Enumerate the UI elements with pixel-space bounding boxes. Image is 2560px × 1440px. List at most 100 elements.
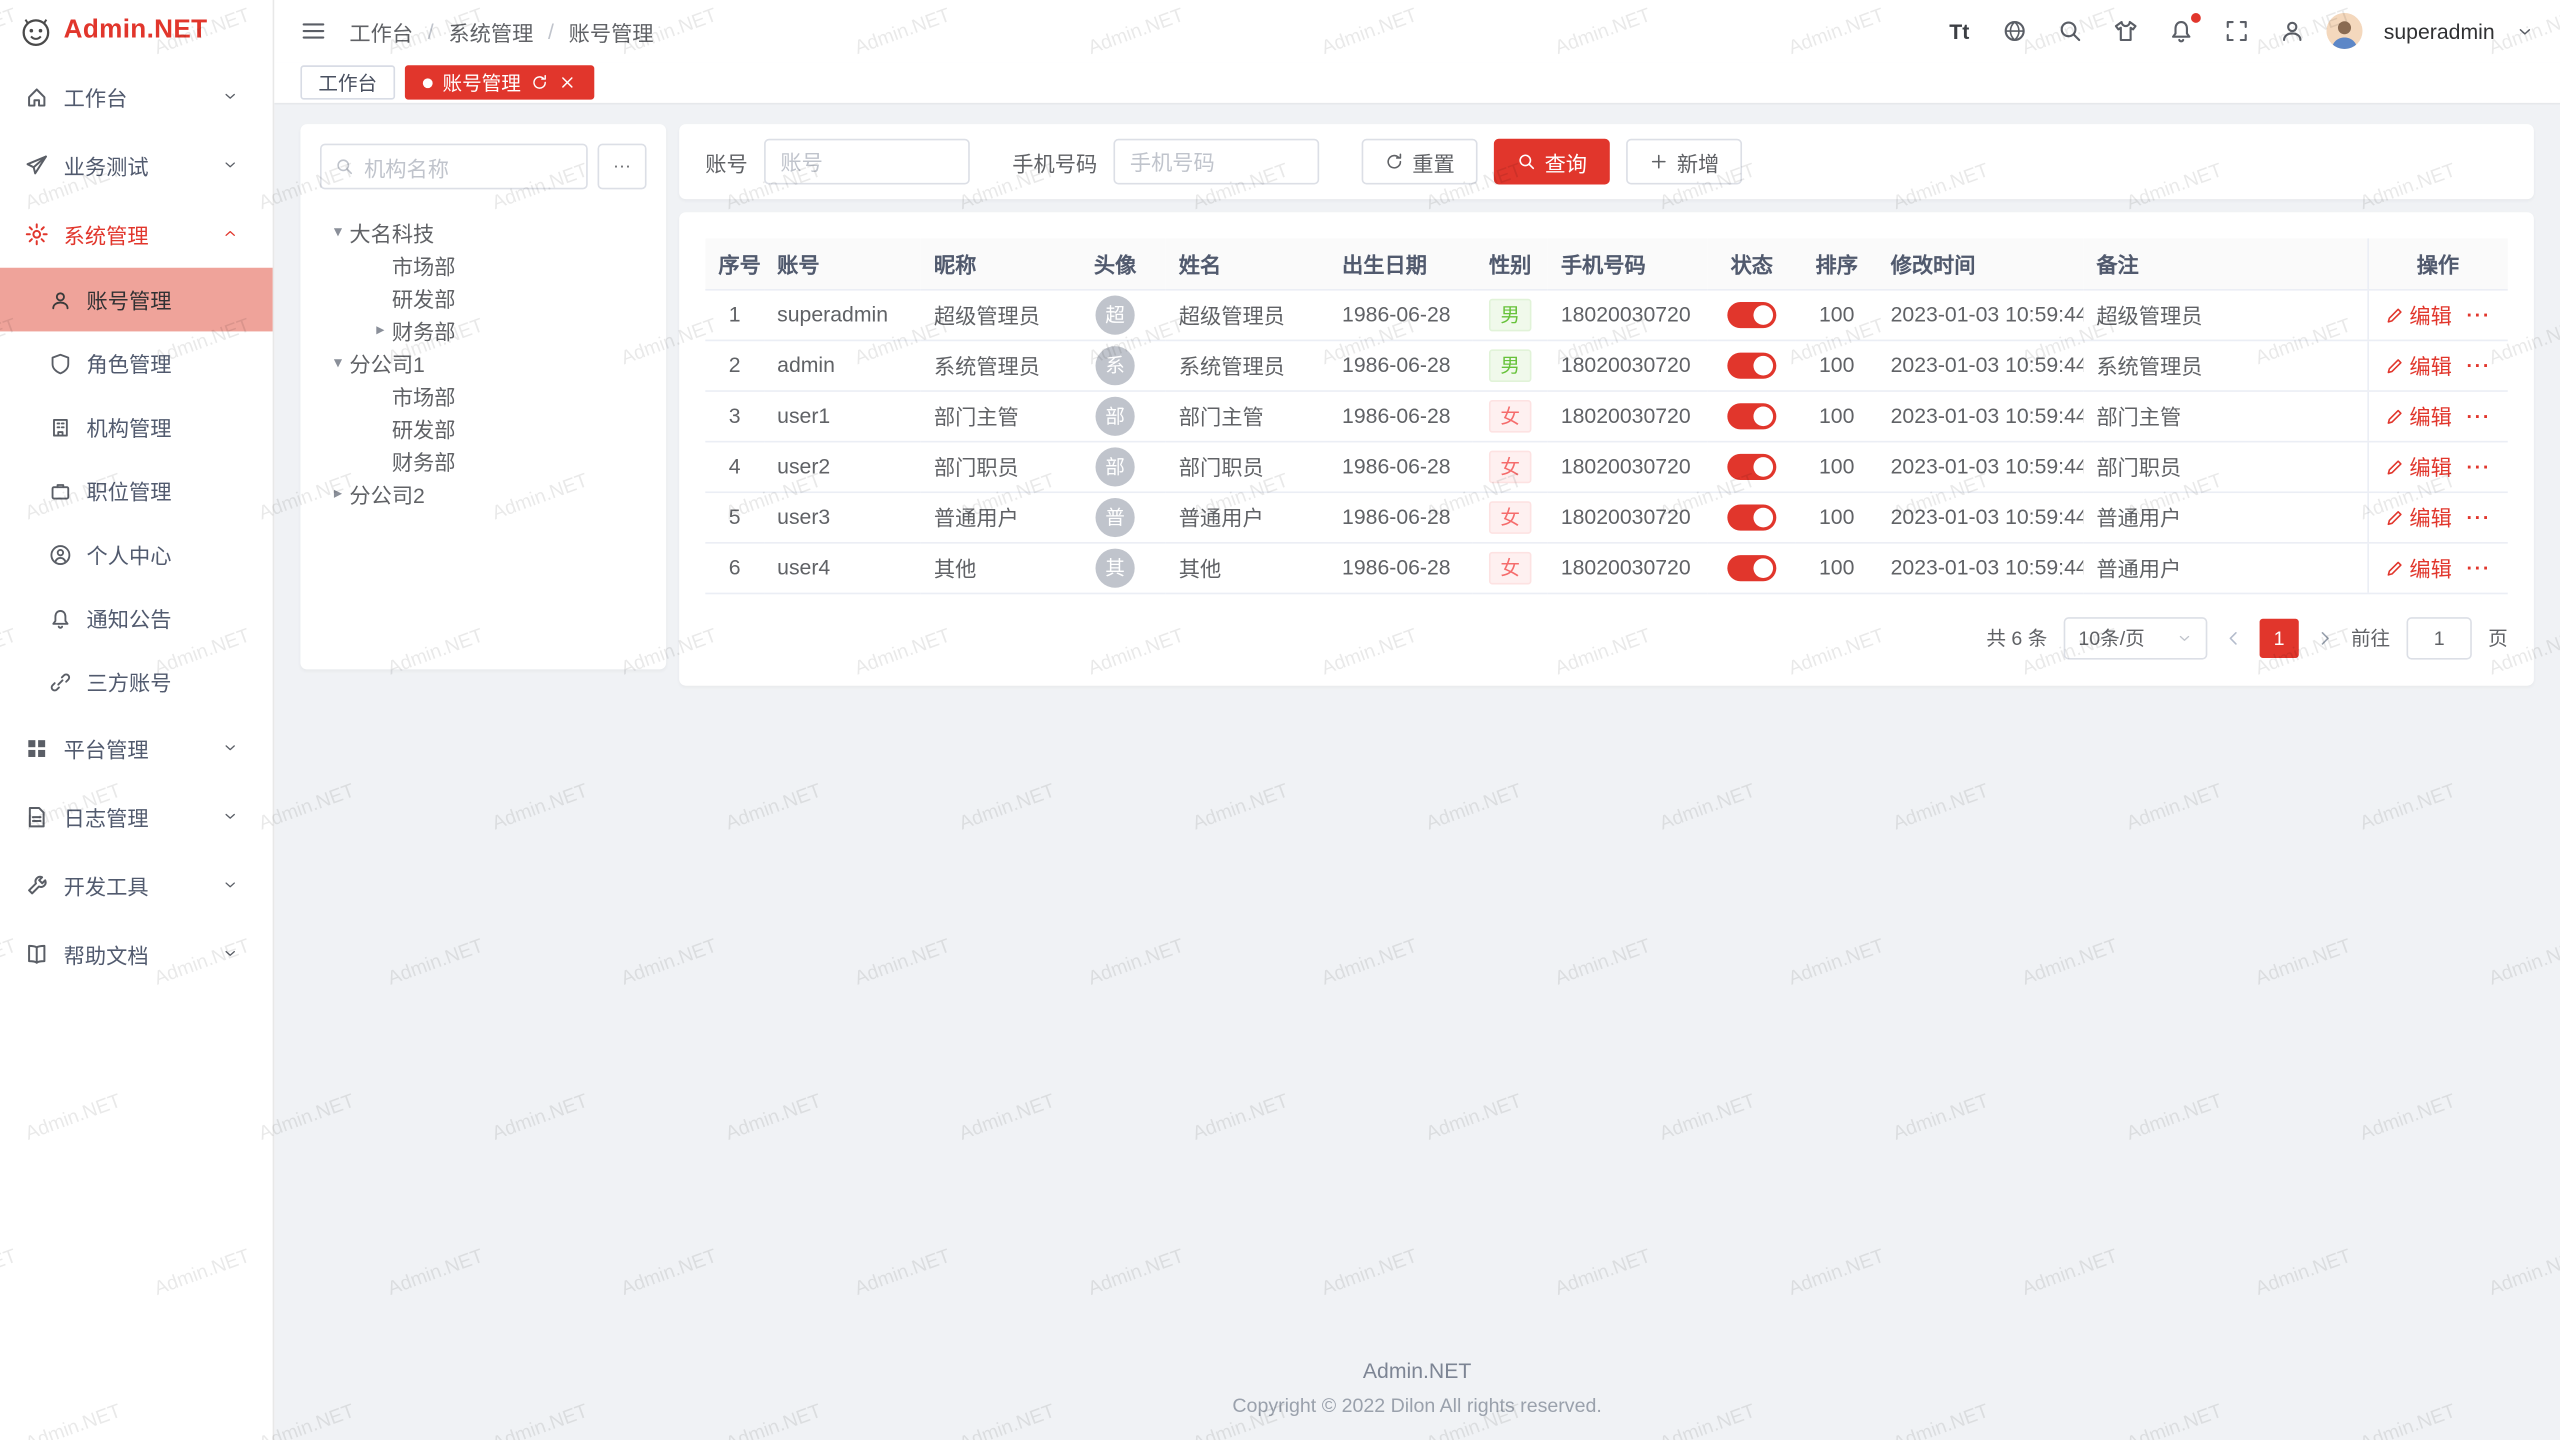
caret-down-icon[interactable]: ▾ — [327, 223, 350, 241]
column-header[interactable]: 昵称 — [921, 238, 1065, 289]
row-more-button[interactable]: ··· — [2467, 505, 2491, 528]
column-header[interactable]: 排序 — [1796, 238, 1878, 289]
phone-input[interactable] — [1114, 139, 1320, 185]
sidebar-item-position[interactable]: 职位管理 — [0, 459, 273, 523]
edit-button[interactable]: 编辑 — [2385, 451, 2452, 482]
row-more-button[interactable]: ··· — [2467, 455, 2491, 478]
status-toggle[interactable] — [1727, 302, 1776, 328]
edit-button[interactable]: 编辑 — [2385, 349, 2452, 380]
tree-node[interactable]: 研发部 — [320, 411, 647, 444]
breadcrumb-item[interactable]: 账号管理 — [569, 16, 654, 47]
tab-refresh-icon[interactable] — [531, 73, 549, 91]
tree-node[interactable]: ▾ 分公司1 — [320, 346, 647, 379]
status-toggle[interactable] — [1727, 352, 1776, 378]
tab-close-icon[interactable] — [558, 73, 576, 91]
profile-icon[interactable] — [2279, 18, 2305, 44]
column-header[interactable]: 出生日期 — [1329, 238, 1473, 289]
sidebar-item-personal[interactable]: 个人中心 — [0, 522, 273, 586]
column-header[interactable]: 账号 — [764, 238, 921, 289]
sidebar-item-platform[interactable]: 平台管理 — [0, 713, 273, 782]
link-icon — [49, 670, 72, 693]
tree-node-label: 研发部 — [392, 282, 456, 313]
tree-node[interactable]: ▸ 分公司2 — [320, 477, 647, 510]
sidebar-item-workbench[interactable]: 工作台 — [0, 62, 273, 131]
sidebar-item-devtools[interactable]: 开发工具 — [0, 851, 273, 920]
table-row: 4 user2 部门职员 部 部门职员 1986-06-28 女 1802003… — [705, 441, 2507, 492]
caret-right-icon[interactable]: ▸ — [369, 321, 392, 339]
edit-button[interactable]: 编辑 — [2385, 552, 2452, 583]
org-search-input[interactable]: 机构名称 — [320, 144, 588, 190]
sidebar-item-label: 三方账号 — [87, 666, 172, 697]
username[interactable]: superadmin — [2384, 19, 2495, 43]
goto-page-input[interactable] — [2407, 616, 2472, 658]
page-size-select[interactable]: 10条/页 — [2064, 616, 2208, 658]
page-number-1[interactable]: 1 — [2260, 618, 2299, 657]
tree-node[interactable]: ▾ 大名科技 — [320, 216, 647, 249]
sidebar-item-third-account[interactable]: 三方账号 — [0, 650, 273, 714]
cell-modified-time: 2023-01-03 10:59:44 — [1878, 289, 2084, 340]
sidebar-item-log[interactable]: 日志管理 — [0, 782, 273, 851]
status-toggle[interactable] — [1727, 454, 1776, 480]
tree-node[interactable]: 市场部 — [320, 379, 647, 412]
edit-button[interactable]: 编辑 — [2385, 400, 2452, 431]
column-header[interactable]: 头像 — [1064, 238, 1165, 289]
tree-node[interactable]: ▸ 财务部 — [320, 313, 647, 346]
column-header[interactable]: 姓名 — [1166, 238, 1329, 289]
column-header[interactable]: 性别 — [1473, 238, 1548, 289]
font-size-icon[interactable]: Tt — [1946, 18, 1972, 44]
column-header[interactable]: 修改时间 — [1878, 238, 2084, 289]
status-toggle[interactable] — [1727, 504, 1776, 530]
user-menu-chevron-icon[interactable] — [2516, 22, 2534, 40]
breadcrumb-item[interactable]: 工作台 — [349, 16, 413, 47]
edit-button[interactable]: 编辑 — [2385, 299, 2452, 330]
row-more-button[interactable]: ··· — [2467, 303, 2491, 326]
status-toggle[interactable] — [1727, 555, 1776, 581]
breadcrumb-item[interactable]: 系统管理 — [448, 16, 533, 47]
logo[interactable]: Admin.NET — [0, 0, 273, 62]
search-icon[interactable] — [2057, 18, 2083, 44]
edit-button[interactable]: 编辑 — [2385, 501, 2452, 532]
fullscreen-icon[interactable] — [2224, 18, 2250, 44]
tree-more-button[interactable]: ··· — [598, 144, 647, 190]
file-icon — [24, 804, 48, 828]
caret-right-icon[interactable]: ▸ — [327, 484, 350, 502]
sidebar-item-notice[interactable]: 通知公告 — [0, 586, 273, 650]
column-header[interactable]: 手机号码 — [1548, 238, 1708, 289]
add-button[interactable]: 新增 — [1626, 139, 1742, 185]
theme-icon[interactable] — [2113, 18, 2139, 44]
collapse-menu-icon[interactable] — [300, 18, 326, 44]
cell-nickname: 其他 — [921, 542, 1065, 593]
tree-node[interactable]: 财务部 — [320, 444, 647, 477]
row-more-button[interactable]: ··· — [2467, 353, 2491, 376]
sidebar-item-business-test[interactable]: 业务测试 — [0, 131, 273, 200]
logo-icon — [20, 15, 53, 48]
column-header[interactable]: 状态 — [1708, 238, 1796, 289]
tree-node[interactable]: 市场部 — [320, 248, 647, 281]
user-circle-icon — [49, 543, 72, 566]
status-toggle[interactable] — [1727, 403, 1776, 429]
prev-page-button[interactable] — [2224, 628, 2244, 648]
column-header[interactable]: 序号 — [705, 238, 764, 289]
sidebar-item-role[interactable]: 角色管理 — [0, 331, 273, 395]
tab-workbench[interactable]: 工作台 — [300, 65, 395, 99]
row-more-button[interactable]: ··· — [2467, 404, 2491, 427]
tab-account[interactable]: 账号管理 — [405, 65, 594, 99]
next-page-button[interactable] — [2315, 628, 2335, 648]
user-avatar[interactable] — [2327, 13, 2363, 49]
column-header[interactable]: 备注 — [2083, 238, 2367, 289]
caret-down-icon[interactable]: ▾ — [327, 353, 350, 371]
sidebar-item-system[interactable]: 系统管理 — [0, 199, 273, 268]
cell-account: user4 — [764, 542, 921, 593]
account-input[interactable] — [764, 139, 970, 185]
notification-icon[interactable] — [2168, 18, 2194, 44]
sidebar-item-account[interactable]: 账号管理 — [0, 268, 273, 332]
tree-node[interactable]: 研发部 — [320, 281, 647, 314]
query-button[interactable]: 查询 — [1494, 139, 1610, 185]
locale-icon[interactable] — [2002, 18, 2028, 44]
sidebar-item-org[interactable]: 机构管理 — [0, 395, 273, 459]
sidebar-item-docs[interactable]: 帮助文档 — [0, 919, 273, 988]
cell-avatar: 其 — [1064, 542, 1165, 593]
row-more-button[interactable]: ··· — [2467, 556, 2491, 579]
reset-button[interactable]: 重置 — [1362, 139, 1478, 185]
column-header[interactable]: 操作 — [2367, 238, 2507, 289]
